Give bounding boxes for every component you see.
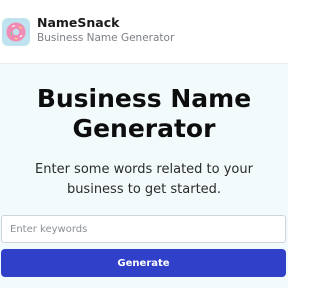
- keywords-input[interactable]: [1, 215, 286, 243]
- page-subtitle: Enter some words related to your busines…: [35, 162, 253, 197]
- page-title: Business Name Generator: [36, 84, 252, 143]
- site-header: NameSnack Business Name Generator: [0, 0, 288, 64]
- generate-button[interactable]: Generate: [1, 249, 286, 277]
- donut-logo-icon[interactable]: [2, 18, 30, 46]
- brand-subtitle: Business Name Generator: [37, 32, 175, 44]
- brand-name[interactable]: NameSnack: [37, 15, 119, 30]
